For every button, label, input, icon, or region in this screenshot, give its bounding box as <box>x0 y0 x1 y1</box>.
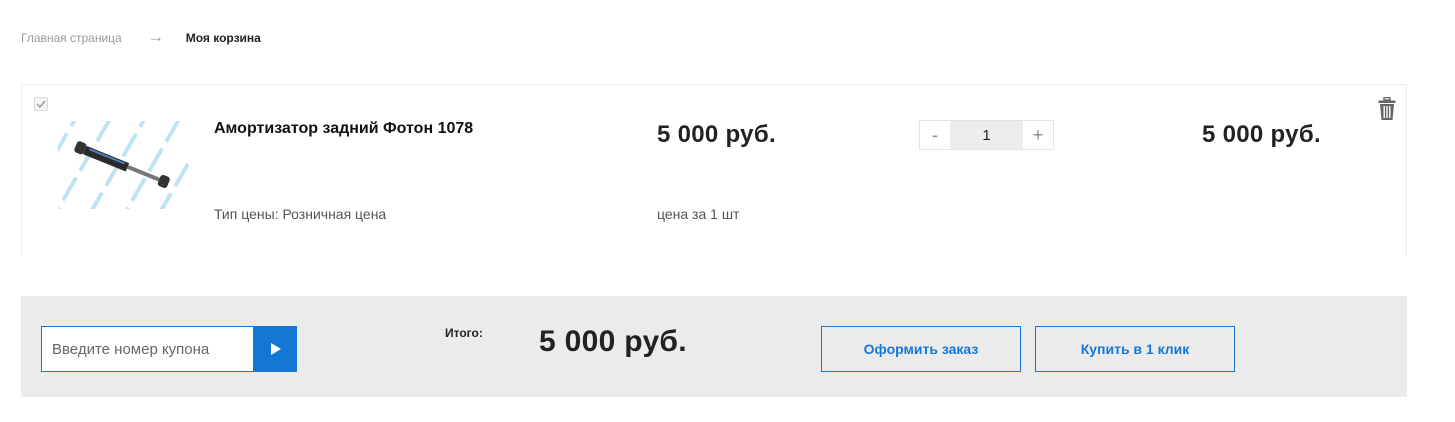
trash-icon <box>1378 97 1396 120</box>
buy-one-click-button[interactable]: Купить в 1 клик <box>1035 326 1235 372</box>
check-icon <box>36 100 46 108</box>
quantity-input[interactable] <box>950 121 1023 149</box>
cart-item: Амортизатор задний Фотон 1078 Тип цены: … <box>21 84 1407 256</box>
delete-item-button[interactable] <box>1378 97 1396 121</box>
coupon-form <box>41 326 297 372</box>
item-checkbox[interactable] <box>34 97 48 111</box>
cart-summary: Итого: 5 000 руб. Оформить заказ Купить … <box>21 296 1407 397</box>
product-name[interactable]: Амортизатор задний Фотон 1078 <box>214 120 473 138</box>
arrow-right-icon: → <box>147 29 164 46</box>
checkout-button[interactable]: Оформить заказ <box>821 326 1021 372</box>
coupon-input[interactable] <box>41 326 254 372</box>
qty-increase-button[interactable]: + <box>1023 121 1053 149</box>
qty-decrease-button[interactable]: - <box>920 121 950 149</box>
total-label: Итого: <box>445 326 483 340</box>
unit-price: 5 000 руб. <box>657 121 776 148</box>
play-icon <box>270 343 281 355</box>
quantity-stepper: - + <box>919 120 1054 150</box>
total-value: 5 000 руб. <box>539 325 687 358</box>
unit-price-note: цена за 1 шт <box>657 206 740 222</box>
item-total-price: 5 000 руб. <box>1202 121 1321 148</box>
breadcrumb-home-link[interactable]: Главная страница <box>21 31 122 45</box>
breadcrumb: Главная страница → Моя корзина <box>21 30 261 46</box>
coupon-submit-button[interactable] <box>254 326 297 372</box>
price-type-label: Тип цены: Розничная цена <box>214 206 387 222</box>
breadcrumb-current: Моя корзина <box>185 31 261 45</box>
product-image[interactable] <box>58 121 189 209</box>
